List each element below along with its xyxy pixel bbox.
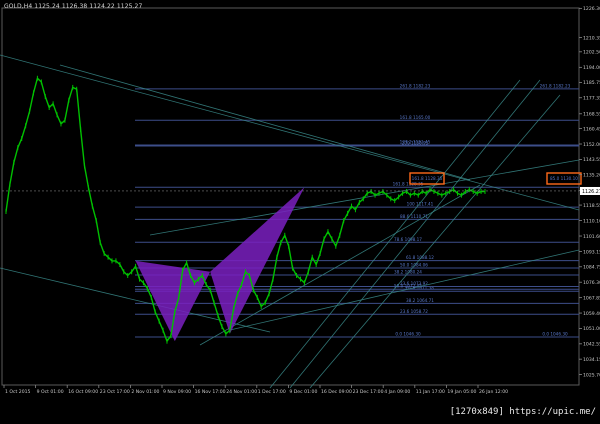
y-tick-label: 1051.00 bbox=[583, 326, 600, 332]
y-tick-label: 1076.30 bbox=[583, 280, 600, 286]
x-tick-label: 26 Jan 12:00 bbox=[479, 389, 508, 395]
fib-level-label: 78.6 1098.17 bbox=[394, 237, 422, 242]
x-tick-label: 4 Jan 09:00 bbox=[384, 389, 410, 395]
y-tick-label: 1067.85 bbox=[583, 295, 600, 301]
chart-header: GOLD,H4 1125.24 1126.38 1124.22 1125.27 bbox=[4, 3, 142, 10]
x-tick-label: 23 Oct 17:00 bbox=[100, 389, 130, 395]
y-tick-label: 1143.55 bbox=[583, 157, 600, 163]
x-tick-label: 16 Nov 17:00 bbox=[195, 389, 226, 395]
fib-level-label: 38.2 1080.24 bbox=[394, 270, 422, 275]
y-tick-label: 1202.50 bbox=[583, 50, 600, 56]
fib-level-label: 261.8 1182.23 bbox=[400, 83, 431, 88]
fib-level-label: 0.0 1046.30 bbox=[542, 331, 568, 336]
price-chart[interactable]: 261.8 1182.23 261.8 1182.23 161.8 1165.00 2… bbox=[0, 0, 600, 420]
y-tick-label: 1160.45 bbox=[583, 126, 600, 132]
x-tick-label: 16 Oct 09:00 bbox=[68, 389, 98, 395]
fib-level-label: 261.8 1182.23 bbox=[540, 83, 571, 88]
x-tick-label: 1 Dec 17:00 bbox=[258, 389, 286, 395]
y-tick-label: 1168.55 bbox=[583, 112, 600, 118]
x-tick-label: 23 Dec 17:00 bbox=[353, 389, 384, 395]
y-tick-label: 1101.60 bbox=[583, 234, 600, 240]
x-tick-label: 1 Oct 2015 bbox=[5, 389, 31, 395]
y-tick-label: 1110.10 bbox=[583, 218, 600, 224]
fib-level-label: 50.0 1084.06 bbox=[400, 263, 428, 268]
y-tick-label: 1084.75 bbox=[583, 265, 600, 271]
y-tick-label: 1177.35 bbox=[583, 96, 600, 102]
x-tick-label: 2 Nov 01:00 bbox=[131, 389, 159, 395]
fib-level-label: 161.8 1165.00 bbox=[400, 115, 431, 120]
fib-level-label: 0.0 1046.30 bbox=[395, 331, 421, 336]
x-tick-label: 19 Jan 05:00 bbox=[447, 389, 476, 395]
chart-window[interactable]: 261.8 1182.23 261.8 1182.23 161.8 1165.00 2… bbox=[0, 0, 600, 420]
y-tick-label: 1194.00 bbox=[583, 65, 600, 71]
highlight-box-label: 161.8 1128.35 bbox=[412, 176, 443, 181]
current-price-label: 1126.27 bbox=[582, 189, 600, 195]
fib-level-label: 88.6 1110.71 bbox=[400, 214, 428, 219]
y-tick-label: 1135.20 bbox=[583, 172, 600, 178]
symbol-label: GOLD,H4 bbox=[4, 3, 33, 10]
y-tick-label: 1059.40 bbox=[583, 311, 600, 317]
y-tick-label: 1185.75 bbox=[583, 80, 600, 86]
y-tick-label: 1118.55 bbox=[583, 203, 600, 209]
y-tick-label: 1025.70 bbox=[583, 372, 600, 378]
fib-level-label: 127.2 1151.45 bbox=[400, 140, 431, 145]
x-tick-label: 9 Oct 01:00 bbox=[37, 389, 64, 395]
x-tick-label: 11 Jan 17:00 bbox=[416, 389, 445, 395]
y-tick-label: 1226.30 bbox=[583, 6, 600, 12]
highlight-box-label: 85.0 1130.10 bbox=[550, 176, 578, 181]
x-tick-label: 16 Dec 09:00 bbox=[321, 389, 352, 395]
x-tick-label: 24 Nov 01:00 bbox=[226, 389, 257, 395]
y-tick-label: 1093.15 bbox=[583, 249, 600, 255]
y-tick-label: 1152.00 bbox=[583, 142, 600, 148]
y-tick-label: 1210.35 bbox=[583, 35, 600, 41]
y-tick-label: 1042.55 bbox=[583, 342, 600, 348]
watermark: [1270x849] https://upic.me/ bbox=[449, 407, 596, 417]
fib-level-label: 23.6 1058.72 bbox=[400, 309, 428, 314]
y-tick-label: 1034.15 bbox=[583, 357, 600, 363]
ohlc-label: 1125.24 1126.38 1124.22 1125.27 bbox=[34, 3, 143, 10]
fib-level-label: 38.2 1064.71 bbox=[406, 298, 434, 303]
x-tick-label: 9 Dec 01:00 bbox=[289, 389, 317, 395]
x-tick-label: 9 Nov 09:00 bbox=[163, 389, 191, 395]
